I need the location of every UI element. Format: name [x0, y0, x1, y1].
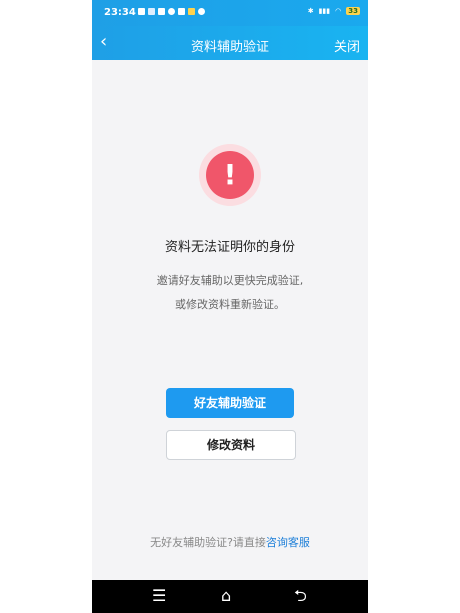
signal-icon: ▮▮▮: [318, 6, 331, 15]
wifi-icon: ◠: [335, 6, 342, 15]
page-title: 资料辅助验证: [190, 40, 269, 55]
help-icon: [198, 8, 205, 15]
status-description-line2: 或修改资料重新验证。: [175, 298, 285, 311]
status-bar: 23:34 ✱ ▮▮▮ ◠ 33: [92, 0, 368, 26]
phone-screen: 23:34 ✱ ▮▮▮ ◠ 33 ‹ 资料辅助验证 关闭 ! 资料无法证明你的身…: [92, 0, 368, 613]
system-status-icons: ✱ ▮▮▮ ◠ 33: [308, 7, 360, 15]
alert-icon-container: !: [199, 144, 261, 206]
battery-icon: 33: [346, 7, 360, 15]
tiktok-icon: [168, 8, 175, 15]
gallery-icon: [158, 8, 165, 15]
app-icon: [148, 8, 155, 15]
status-time: 23:34: [104, 7, 136, 18]
message-icon: [138, 8, 145, 15]
status-description-line1: 邀请好友辅助以更快完成验证,: [156, 274, 304, 287]
close-button[interactable]: 关闭: [334, 36, 360, 55]
footer-text: 无好友辅助验证?请直接咨询客服: [92, 534, 368, 550]
notification-icons: [138, 8, 205, 15]
friend-assist-button[interactable]: 好友辅助验证: [166, 388, 294, 418]
message-icon: [178, 8, 185, 15]
bluetooth-icon: ✱: [307, 6, 314, 15]
alert-icon: !: [206, 151, 254, 199]
home-icon[interactable]: ⌂: [221, 586, 231, 606]
contact-support-link[interactable]: 咨询客服: [266, 536, 310, 549]
nav-bar: ‹ 资料辅助验证 关闭: [92, 26, 368, 60]
status-headline: 资料无法证明你的身份: [164, 240, 295, 255]
main-content: ! 资料无法证明你的身份 邀请好友辅助以更快完成验证, 或修改资料重新验证。 好…: [92, 60, 368, 580]
system-nav-bar: ☰ ⌂ ⮌: [92, 580, 368, 613]
footer-prompt: 无好友辅助验证?请直接: [150, 536, 266, 549]
back-nav-icon[interactable]: ⮌: [294, 586, 307, 606]
edit-info-button[interactable]: 修改资料: [166, 430, 296, 460]
app-icon: [188, 8, 195, 15]
menu-icon[interactable]: ☰: [152, 586, 166, 606]
